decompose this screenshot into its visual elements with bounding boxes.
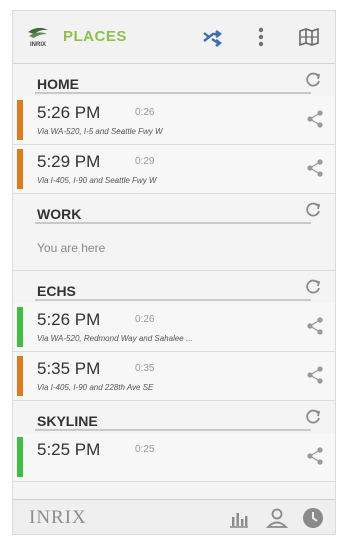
- arrival-time: 5:35 PM: [37, 359, 101, 378]
- traffic-status-bar: [17, 307, 23, 347]
- inrix-logo: INRIX: [25, 23, 51, 49]
- route-description: Via I-405, I-90 and Seattle Fwy W: [37, 176, 157, 185]
- divider: [35, 299, 311, 301]
- stats-icon[interactable]: [227, 506, 251, 530]
- travel-duration: 0:26: [135, 107, 155, 118]
- section-header-skyline: SKYLINE: [13, 401, 335, 433]
- section-title: WORK: [37, 206, 82, 222]
- travel-duration: 0:29: [135, 156, 155, 167]
- overflow-menu-icon: [258, 27, 264, 47]
- section-title: SKYLINE: [37, 413, 98, 429]
- bottom-bar: INRIX: [13, 499, 335, 534]
- route-row[interactable]: 5:29 PM 0:29 Via I-405, I-90 and Seattle…: [13, 145, 335, 194]
- route-row[interactable]: 5:26 PM 0:26 Via WA-520, Redmond Way and…: [13, 303, 335, 352]
- map-icon: [299, 28, 319, 46]
- page-title: PLACES: [63, 28, 127, 45]
- section-title: ECHS: [37, 283, 76, 299]
- section-title: HOME: [37, 76, 79, 92]
- travel-duration: 0:35: [135, 363, 155, 374]
- route-row[interactable]: 5:26 PM 0:26 Via WA-520, I-5 and Seattle…: [13, 96, 335, 145]
- traffic-status-bar: [17, 356, 23, 396]
- share-icon[interactable]: [305, 365, 325, 385]
- section-header-home: HOME: [13, 64, 335, 96]
- route-description: Via WA-520, I-5 and Seattle Fwy W: [37, 127, 163, 136]
- profile-icon[interactable]: [265, 506, 289, 530]
- divider: [35, 92, 311, 94]
- divider: [35, 429, 311, 431]
- share-icon[interactable]: [305, 446, 325, 466]
- divider: [35, 222, 311, 224]
- overflow-menu-button[interactable]: [247, 23, 275, 51]
- share-icon[interactable]: [305, 316, 325, 336]
- places-screen: INRIX PLACES HOME 5:26 PM 0:26 Via WA-52…: [12, 10, 336, 535]
- arrival-time: 5:25 PM: [37, 440, 101, 459]
- you-are-here-text: You are here: [37, 241, 106, 255]
- brand-wordmark: INRIX: [29, 507, 87, 528]
- share-icon[interactable]: [305, 158, 325, 178]
- shuffle-icon: [203, 30, 222, 47]
- section-header-echs: ECHS: [13, 271, 335, 303]
- traffic-status-bar: [17, 100, 23, 140]
- share-icon[interactable]: [305, 109, 325, 129]
- section-header-work: WORK: [13, 194, 335, 226]
- route-row[interactable]: 5:35 PM 0:35 Via I-405, I-90 and 228th A…: [13, 352, 335, 401]
- clock-icon[interactable]: [301, 506, 325, 530]
- travel-duration: 0:26: [135, 314, 155, 325]
- svg-text:INRIX: INRIX: [30, 42, 46, 48]
- swap-button[interactable]: [199, 23, 227, 51]
- route-description: Via WA-520, Redmond Way and Sahalee ...: [37, 334, 193, 343]
- traffic-status-bar: [17, 149, 23, 189]
- arrival-time: 5:29 PM: [37, 152, 101, 171]
- top-app-bar: INRIX PLACES: [13, 11, 335, 64]
- places-list[interactable]: HOME 5:26 PM 0:26 Via WA-520, I-5 and Se…: [13, 64, 335, 499]
- traffic-status-bar: [17, 437, 23, 477]
- location-message: You are here: [13, 226, 335, 271]
- map-button[interactable]: [295, 23, 323, 51]
- refresh-icon[interactable]: [303, 407, 323, 427]
- refresh-icon[interactable]: [303, 200, 323, 220]
- arrival-time: 5:26 PM: [37, 310, 101, 329]
- refresh-icon[interactable]: [303, 70, 323, 90]
- travel-duration: 0:25: [135, 444, 155, 455]
- route-row[interactable]: 5:25 PM 0:25: [13, 433, 335, 482]
- arrival-time: 5:26 PM: [37, 103, 101, 122]
- route-description: Via I-405, I-90 and 228th Ave SE: [37, 383, 154, 392]
- refresh-icon[interactable]: [303, 277, 323, 297]
